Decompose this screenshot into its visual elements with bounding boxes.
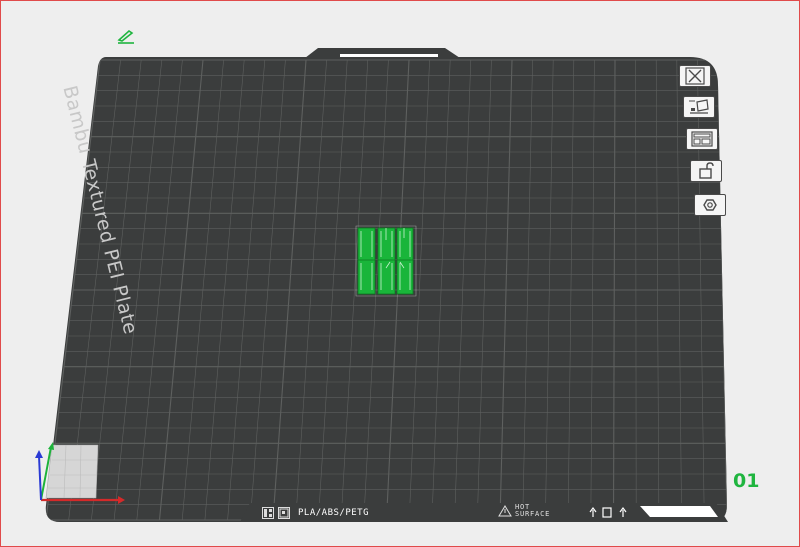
unlock-icon — [699, 162, 714, 179]
plate-handle-slot — [340, 54, 438, 57]
excluded-corner — [45, 444, 99, 499]
arrange-icon — [691, 131, 713, 147]
plate-number: 01 — [733, 470, 760, 492]
auto-orient-icon — [689, 99, 709, 114]
model-part — [357, 259, 376, 295]
model-part — [396, 259, 414, 295]
hot-surface-warning: HOT SURFACE — [498, 504, 550, 518]
arrange-button[interactable] — [686, 128, 718, 150]
close-plate-button[interactable] — [679, 65, 711, 87]
lock-button[interactable] — [690, 160, 722, 182]
model-part — [377, 259, 396, 295]
z-axis — [38, 455, 42, 501]
material-label: PLA/ABS/PETG — [298, 507, 370, 518]
warning-line-2: SURFACE — [515, 510, 551, 518]
warning-triangle-icon — [498, 505, 512, 517]
hexagon-settings-icon — [703, 199, 717, 211]
model-part — [357, 227, 376, 263]
auto-orient-button[interactable] — [683, 96, 715, 118]
printed-models[interactable] — [355, 225, 417, 297]
model-part — [396, 227, 414, 263]
plate-settings-button[interactable] — [694, 194, 726, 216]
plate-logo-icon — [262, 506, 274, 519]
plate-qr-icon — [278, 506, 290, 519]
model-part — [377, 227, 396, 263]
close-icon — [685, 67, 705, 85]
